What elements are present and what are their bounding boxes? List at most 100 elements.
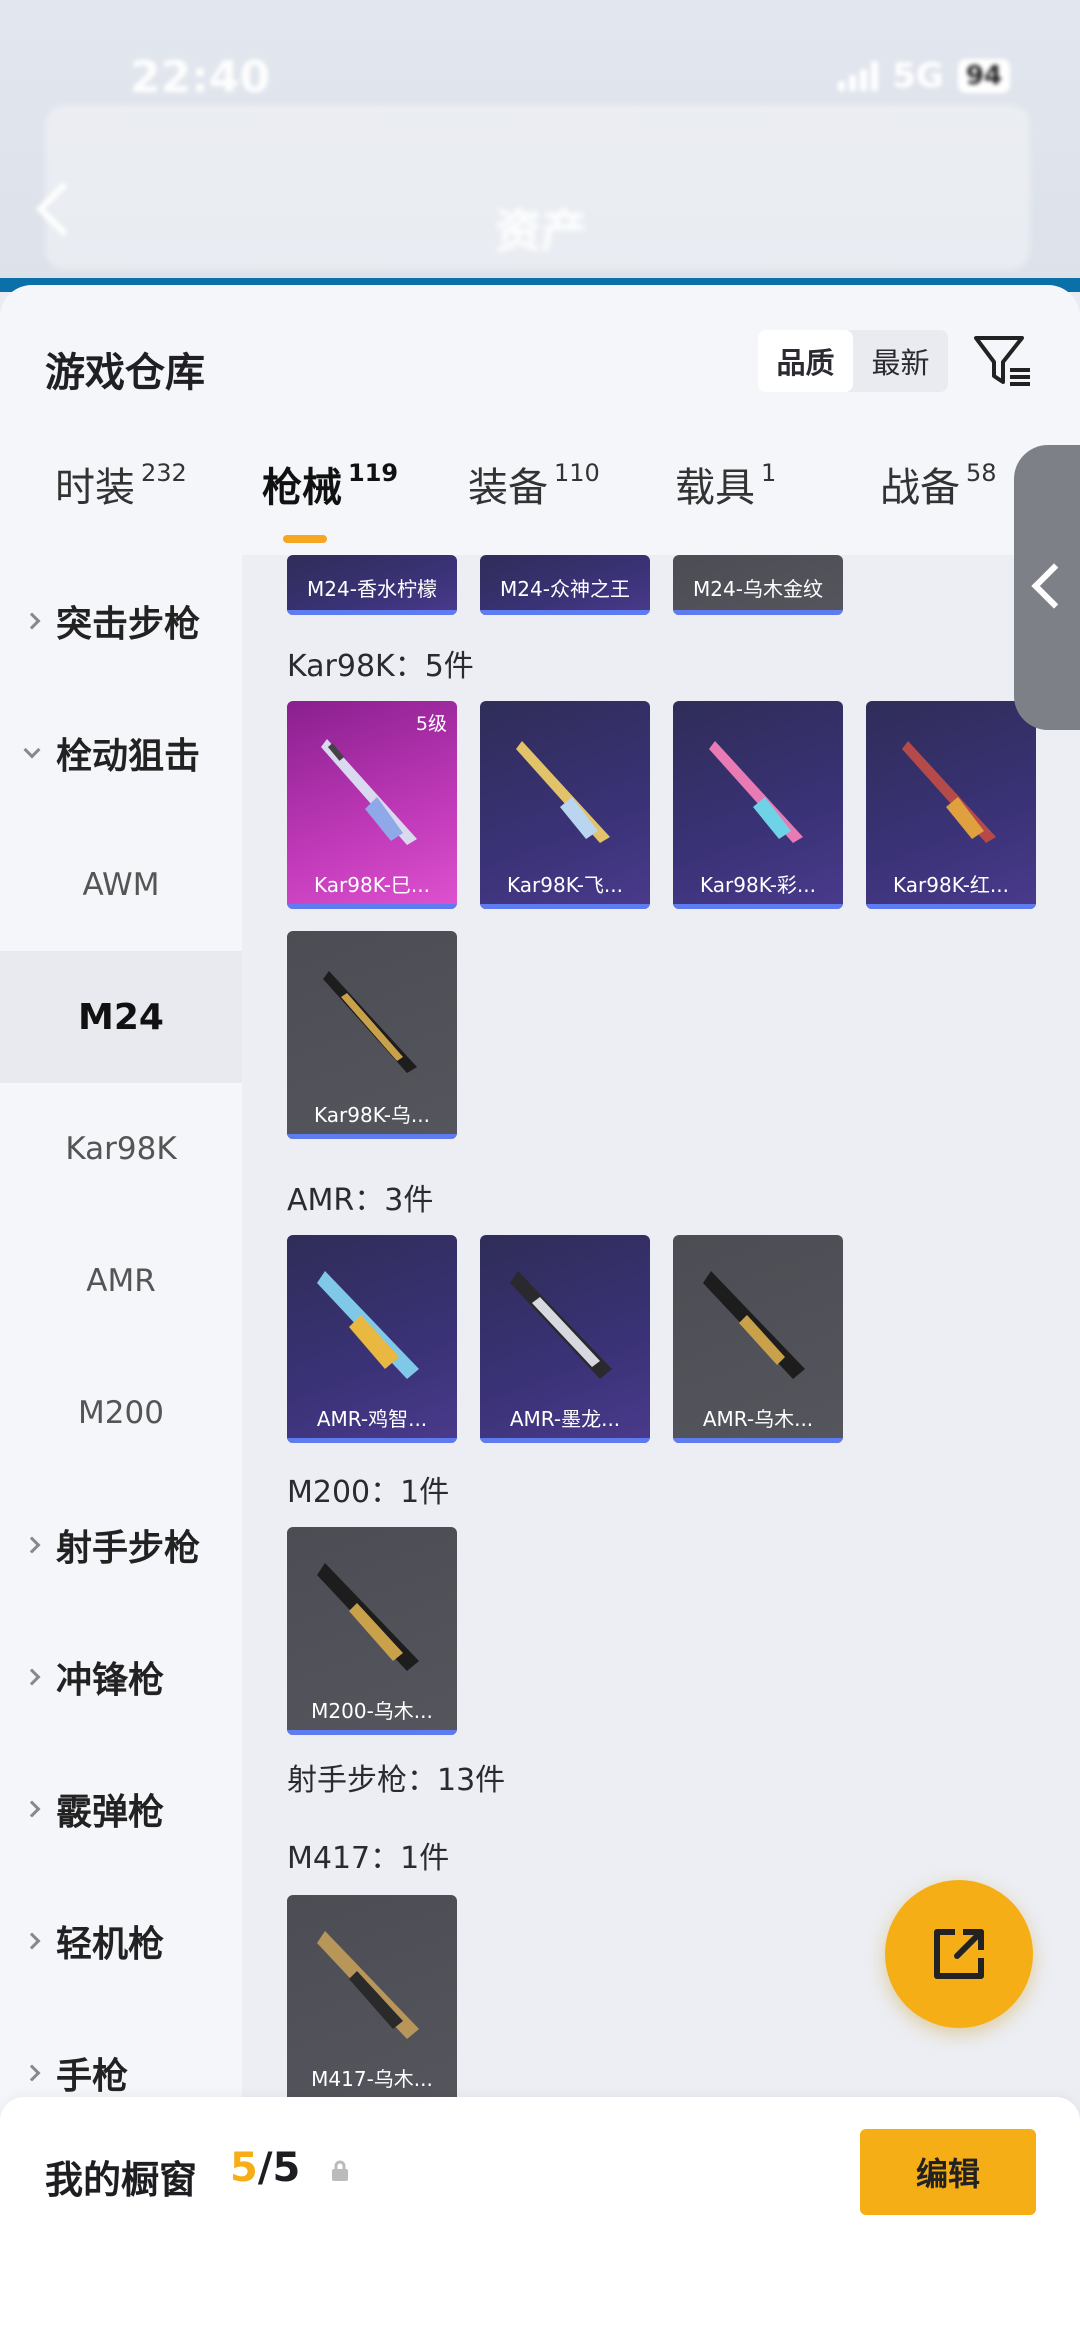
tab-fashion[interactable]: 时装 232	[55, 455, 187, 513]
item-name: Kar98K-乌...	[314, 1103, 430, 1127]
tab-count: 58	[966, 459, 997, 487]
chevron-right-icon	[23, 1932, 41, 1950]
item-name: AMR-鸡智...	[316, 1407, 428, 1431]
rarity-bar	[480, 610, 650, 615]
sidebar-item-kar98k[interactable]: Kar98K	[0, 1083, 242, 1215]
sidebar-item-amr[interactable]: AMR	[0, 1215, 242, 1347]
rifle-image	[902, 741, 996, 843]
status-time: 22:40	[130, 52, 271, 103]
sidebar-item-label: 突击步枪	[56, 604, 201, 645]
sidebar-item-m24[interactable]: M24	[0, 951, 242, 1083]
sidebar-item-label: 霰弹枪	[56, 1792, 165, 1833]
warehouse-sheet: 游戏仓库 品质 最新 时装 232 枪械 119 装备 110 载具 1 战备 58 突击…	[0, 285, 1080, 2341]
tab-equipment[interactable]: 装备 110	[468, 455, 600, 513]
sidebar-item-awm[interactable]: AWM	[0, 819, 242, 951]
item-name: Kar98K-彩...	[700, 873, 816, 897]
item-name: AMR-乌木...	[702, 1407, 814, 1431]
sort-latest-option[interactable]: 最新	[853, 330, 948, 392]
sidebar-item-label: 栓动狙击	[56, 736, 201, 777]
item-name: M24-乌木金纹	[693, 577, 823, 601]
rarity-bar	[287, 610, 457, 615]
item-card[interactable]: M24-乌木金纹	[673, 555, 843, 615]
item-card[interactable]: Kar98K-彩...	[673, 701, 843, 909]
rifle-image	[321, 739, 417, 845]
rifle-image	[516, 741, 610, 843]
chevron-right-icon	[23, 1536, 41, 1554]
showcase-bar: 我的橱窗 5/5 编辑	[0, 2097, 1080, 2341]
item-name: M200-乌木...	[311, 1699, 433, 1723]
sort-quality-option[interactable]: 品质	[758, 330, 853, 392]
sidebar-item-label: 射手步枪	[56, 1528, 201, 1569]
rarity-bar	[287, 1438, 457, 1443]
app-bar-title: 资产	[495, 204, 587, 258]
lock-icon	[332, 2160, 348, 2181]
tab-count: 1	[761, 459, 777, 487]
share-button[interactable]	[885, 1880, 1033, 2028]
section-header: 射手步枪：13件	[287, 1763, 506, 1798]
tab-count: 119	[348, 459, 399, 487]
item-card[interactable]: M24-香水柠檬	[287, 555, 457, 615]
item-card[interactable]: M24-众神之王	[480, 555, 650, 615]
sidebar-item-label: Kar98K	[65, 1131, 177, 1167]
section-header: M417：1件	[287, 1841, 450, 1876]
category-sidebar: 突击步枪 栓动狙击 AWM M24 Kar98K AMR M200 射手步枪 冲…	[0, 555, 242, 2341]
item-card[interactable]: 5级 Kar98K-巳...	[287, 701, 457, 909]
sort-toggle: 品质 最新	[758, 330, 948, 392]
tab-label: 时装	[55, 465, 135, 511]
category-tabs: 时装 232 枪械 119 装备 110 载具 1 战备 58	[0, 455, 1080, 545]
network-type: 5G	[892, 56, 944, 96]
active-tab-indicator	[283, 535, 327, 543]
share-external-icon	[934, 1929, 984, 1979]
sidebar-item-label: M200	[78, 1395, 164, 1431]
item-card[interactable]: M417-乌木...	[287, 1895, 457, 2103]
sidebar-item-m200[interactable]: M200	[0, 1347, 242, 1479]
tab-weapons[interactable]: 枪械 119	[262, 455, 398, 513]
tab-count: 232	[141, 459, 187, 487]
item-card[interactable]: M200-乌木...	[287, 1527, 457, 1735]
rarity-bar	[673, 1438, 843, 1443]
item-grid: M24-香水柠檬 M24-众神之王 M24-乌木金纹 Kar98K：5件 5级 …	[242, 555, 1080, 2341]
rifle-image	[317, 1271, 419, 1379]
rifle-image	[709, 741, 803, 843]
edit-button[interactable]: 编辑	[860, 2129, 1036, 2215]
rarity-bar	[287, 904, 457, 909]
tab-label: 枪械	[262, 465, 342, 511]
tab-vehicles[interactable]: 载具 1	[675, 455, 776, 513]
sidebar-item-lmg[interactable]: 轻机枪	[0, 1875, 242, 2007]
sidebar-item-smg[interactable]: 冲锋枪	[0, 1611, 242, 1743]
rarity-bar	[287, 1134, 457, 1139]
rifle-image	[510, 1271, 612, 1379]
item-name: Kar98K-巳...	[314, 873, 430, 897]
sidebar-item-label: 轻机枪	[56, 1924, 165, 1965]
item-name: M24-众神之王	[500, 577, 630, 601]
item-card[interactable]: Kar98K-乌...	[287, 931, 457, 1139]
rifle-image	[317, 1563, 419, 1671]
item-card[interactable]: Kar98K-红...	[866, 701, 1036, 909]
filter-icon[interactable]	[972, 330, 1034, 392]
rarity-bar	[673, 610, 843, 615]
item-name: Kar98K-红...	[893, 873, 1009, 897]
sidebar-item-dmr[interactable]: 射手步枪	[0, 1479, 242, 1611]
rifle-image	[323, 971, 417, 1073]
item-card[interactable]: AMR-墨龙...	[480, 1235, 650, 1443]
item-card[interactable]: AMR-乌木...	[673, 1235, 843, 1443]
sidebar-item-bolt-sniper[interactable]: 栓动狙击	[0, 687, 242, 819]
sidebar-item-label: M24	[78, 996, 164, 1038]
tab-count: 110	[554, 459, 600, 487]
sidebar-item-shotgun[interactable]: 霰弹枪	[0, 1743, 242, 1875]
rarity-bar	[480, 904, 650, 909]
chevron-right-icon	[23, 1800, 41, 1818]
rarity-bar	[480, 1438, 650, 1443]
tab-label: 装备	[468, 465, 548, 511]
tab-supplies[interactable]: 战备 58	[880, 455, 997, 513]
rifle-image	[703, 1271, 805, 1379]
chevron-right-icon	[23, 612, 41, 630]
chevron-right-icon	[23, 2064, 41, 2082]
item-card[interactable]: Kar98K-飞...	[480, 701, 650, 909]
sidebar-item-label: 手枪	[56, 2056, 129, 2097]
chevron-right-icon	[23, 1668, 41, 1686]
item-card[interactable]: AMR-鸡智...	[287, 1235, 457, 1443]
rifle-image	[317, 1931, 419, 2039]
sidebar-item-assault-rifle[interactable]: 突击步枪	[0, 555, 242, 687]
rarity-bar	[866, 904, 1036, 909]
